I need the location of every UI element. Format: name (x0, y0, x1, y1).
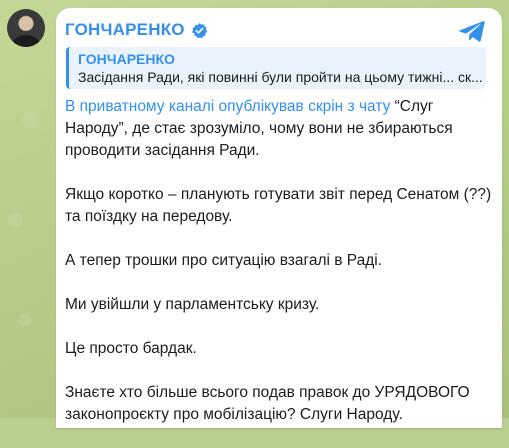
paragraph: А тепер трошки про ситуацію взагалі в Ра… (65, 250, 497, 272)
paragraph: Якщо коротко – планують готувати звіт пе… (65, 184, 497, 228)
message-header: ГОНЧАРЕНКО (65, 18, 492, 42)
private-channel-link[interactable]: В приватному каналі опублікував скрін з … (65, 98, 390, 115)
paragraph-text: Знаєте хто більше всього подав правок до… (65, 384, 470, 423)
paragraph: Ми увійшли у парламентську кризу. (65, 294, 497, 316)
message-text: В приватному каналі опублікував скрін з … (65, 96, 497, 448)
paragraph: Це просто бардак. (65, 338, 497, 360)
paragraph: Знаєте хто більше всього подав правок до… (65, 382, 497, 426)
telegram-plane-icon[interactable] (458, 18, 486, 44)
channel-name[interactable]: ГОНЧАРЕНКО (65, 20, 185, 40)
avatar-shoulders (13, 35, 39, 47)
reply-quote[interactable]: ГОНЧАРЕНКО Засідання Ради, які повинні б… (66, 47, 486, 89)
paragraph-text: Якщо коротко – планують готувати звіт пе… (65, 186, 492, 225)
message-bubble: ГОНЧАРЕНКО ГОНЧАРЕНКО Засідання Ради, як… (56, 8, 502, 428)
channel-avatar[interactable] (7, 9, 45, 47)
quote-author: ГОНЧАРЕНКО (78, 51, 175, 67)
paragraph-text: А тепер трошки про ситуацію взагалі в Ра… (65, 252, 383, 269)
quote-text: Засідання Ради, які повинні були пройти … (78, 69, 483, 85)
paragraph-text: Це просто бардак. (65, 340, 197, 357)
paragraph: В приватному каналі опублікував скрін з … (65, 96, 497, 162)
verified-badge-icon (191, 22, 207, 38)
paragraph-text: Ми увійшли у парламентську кризу. (65, 296, 320, 313)
